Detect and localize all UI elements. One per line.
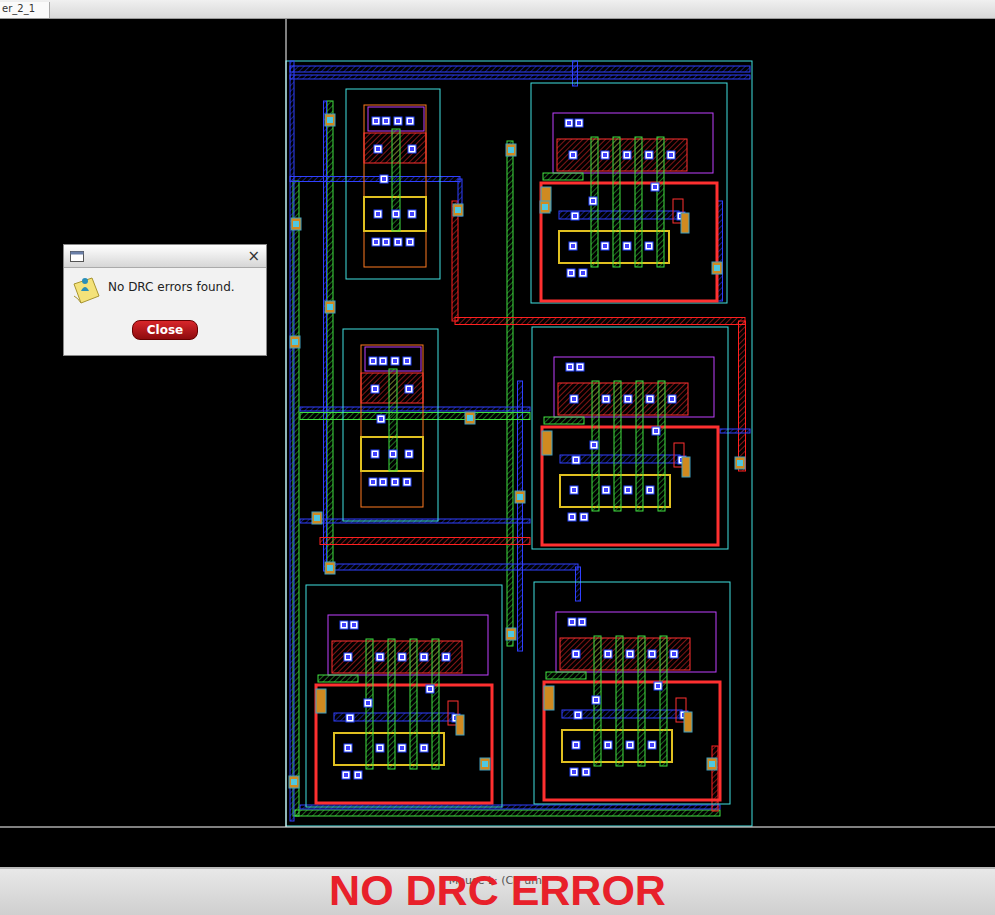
- layout-cell[interactable]: [532, 327, 728, 549]
- note-icon: [70, 274, 102, 306]
- drc-dialog: × No DRC errors found. Close: [63, 244, 267, 356]
- window-icon: [70, 251, 84, 262]
- dialog-message: No DRC errors found.: [108, 274, 235, 294]
- layout-cell[interactable]: [534, 582, 730, 804]
- dialog-title-bar[interactable]: ×: [64, 245, 266, 268]
- close-button[interactable]: Close: [132, 320, 198, 340]
- close-icon[interactable]: ×: [247, 247, 260, 265]
- tab-bar: er_2_1: [0, 0, 995, 19]
- layout-cell[interactable]: [306, 585, 502, 807]
- layout-cell[interactable]: [346, 89, 440, 279]
- window-tab[interactable]: er_2_1: [0, 2, 50, 18]
- status-bar: Mouse L: (CB um) NO DRC ERROR: [0, 867, 995, 915]
- layout-canvas[interactable]: × No DRC errors found. Close: [0, 19, 995, 867]
- layout-drawing[interactable]: [0, 19, 995, 867]
- caption-label: NO DRC ERROR: [0, 865, 995, 915]
- layout-cell[interactable]: [343, 329, 438, 521]
- layout-cell[interactable]: [531, 83, 727, 303]
